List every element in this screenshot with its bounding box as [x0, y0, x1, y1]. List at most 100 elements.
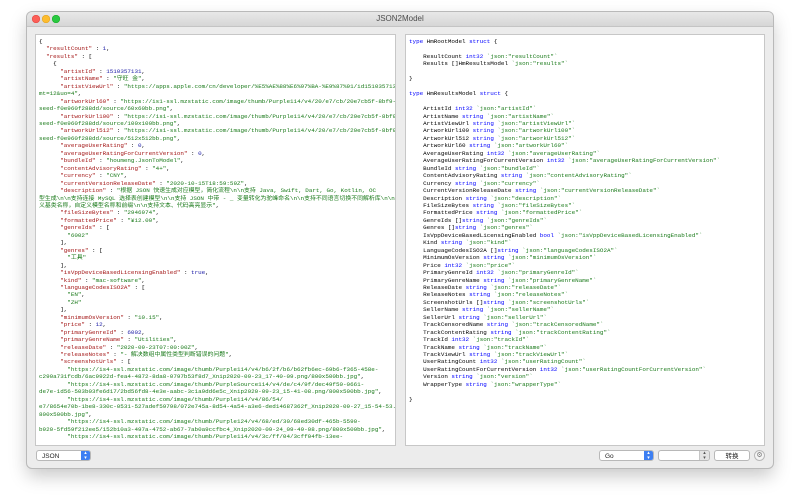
json-code-token: : [113, 127, 124, 135]
go-code-token: string [465, 194, 487, 202]
json-code-token: 义基类名称，自定义模型名称和前缀\n\n支持文本、代码高亮显示" [39, 201, 216, 209]
json-code-token: 800x500bb.jpg" [39, 410, 89, 418]
go-code-line: UserRatingCount int32 `json:"userRatingC… [409, 358, 764, 365]
go-code-token: string [465, 283, 487, 291]
json-code-token [39, 165, 60, 172]
json-code-token: , [141, 142, 146, 150]
json-code-token: "https://is1-ssl.mzstatic.com/image/thum… [123, 112, 396, 120]
json-code-token: : [113, 112, 124, 120]
json-code-token: "- 解决数组中属性类型判断错误的问题" [120, 351, 229, 359]
go-code-token: string [462, 216, 484, 224]
json-code-line: ], [39, 262, 395, 269]
go-code-token: `json:"artistViewUrl"` [497, 119, 576, 127]
json-code-line: "bundleId" : "houmeng.JsonToModel", [39, 157, 395, 164]
input-format-select[interactable]: JSON ▴ ▾ [36, 450, 91, 461]
json-code-token: "2020-10-15T18:59:59Z" [166, 179, 245, 187]
go-code-line: TrackContentRating string `json:"trackCo… [409, 329, 764, 336]
json-code-line: ], [39, 239, 395, 246]
json-code-token: , [141, 75, 146, 83]
go-model-code[interactable]: type HmRootModel struct { ResultCount in… [406, 35, 764, 403]
json-code-token: : [ [88, 246, 103, 254]
json-code-token: "工具" [67, 254, 87, 262]
go-code-token: string [462, 112, 484, 120]
go-code-line: ArtistId int32 `json:"artistId"` [409, 105, 764, 112]
go-code-token: `json:"fileSizeBytes"` [497, 201, 576, 209]
json-code-token: "currency" [60, 172, 96, 180]
json-code-token [39, 75, 60, 82]
json-code-line: 义基类名称，自定义模型名称和前缀\n\n支持文本、代码高亮显示", [39, 202, 395, 209]
json-code-token: , [201, 149, 206, 157]
json-code-token: "2020-09-23T07:00:00Z" [116, 343, 195, 351]
json-code-token: "mac-software" [92, 276, 142, 284]
json-code-line: "artworkUrl60" : "https://is1-ssl.mzstat… [39, 98, 395, 105]
convert-button[interactable]: 转换 [714, 450, 750, 461]
model-output-editor[interactable]: type HmRootModel struct { ResultCount in… [405, 34, 765, 446]
json-code-token: "¥12.00" [127, 216, 156, 224]
json-code-token: 型生成\n\n支持连接 MySQL 选择表创建模型\n\n支持 JSON 中带 … [39, 194, 396, 202]
json-code-token: , [205, 269, 209, 277]
go-code-line: IsVppDeviceBasedLicensingEnabled bool `j… [409, 232, 764, 239]
go-code-token: Description [409, 194, 466, 202]
json-code-line: "minimumOsVersion" : "10.15", [39, 314, 395, 321]
json-code-token: , [106, 45, 110, 53]
go-code-token: `json:"version"` [476, 373, 533, 381]
go-code-line [409, 388, 764, 395]
go-code-line: TrackId int32 `json:"trackId"` [409, 336, 764, 343]
go-code-token: LanguageCodesISO2A [] [409, 246, 498, 254]
go-code-token: SellerUrl [409, 313, 459, 321]
go-code-token: `json:"userRatingCountForCurrentVersion"… [561, 365, 706, 373]
go-code-line: ArtworkUrl100 string `json:"artworkUrl10… [409, 127, 764, 134]
json-code-token: "screenshotUrls" [60, 358, 117, 366]
json-code-token [39, 358, 60, 365]
json-code-token: "releaseDate" [60, 343, 107, 351]
json-code-token [39, 157, 60, 164]
json-code-token: : [109, 97, 121, 105]
gear-icon[interactable]: ⚙ [754, 450, 765, 461]
json-code-token: : [92, 45, 103, 53]
go-code-token: { [490, 38, 498, 45]
json-code[interactable]: { "resultCount" : 1, "results" : [ { "ar… [36, 35, 395, 440]
json-code-token [39, 68, 60, 75]
go-code-token: UserRatingCountForCurrentVersion [409, 365, 540, 373]
json-code-token: { [39, 38, 43, 45]
json-code-token: , [180, 157, 184, 165]
json-code-token: "languageCodesISO2A" [60, 283, 131, 291]
json-code-token: , [378, 388, 382, 396]
parser-option-select[interactable]: ▴ ▾ [658, 450, 710, 461]
go-code-token: `json:"releaseNotes"` [493, 291, 569, 299]
json-code-token: b920-5fd59f212ee5/152b10a3-497a-4752-ab6… [39, 425, 382, 433]
json-code-token: "https://is4-ssl.mzstatic.com/image/thum… [67, 395, 283, 403]
json-code-line: "https://is4-ssl.mzstatic.com/image/thum… [39, 418, 395, 425]
json-code-line: { [39, 60, 395, 67]
go-code-token: PrimaryGenreId [409, 269, 477, 277]
json-code-token: : [180, 269, 192, 277]
go-code-token: `json:"genres"` [479, 224, 533, 232]
json-code-token: "genres" [60, 246, 89, 254]
json-code-token: , [77, 90, 82, 98]
go-code-token: string [454, 179, 477, 187]
go-code-token: string [469, 351, 491, 359]
go-code-token: HmResultsModel [423, 90, 480, 98]
json-code-token: , [173, 336, 177, 344]
json-code-line: "averageUserRating" : 0, [39, 142, 395, 149]
json-code-line: 型生成\n\n支持连接 MySQL 选择表创建模型\n\n支持 JSON 中带 … [39, 195, 395, 202]
json-code-token: "https://is4-ssl.mzstatic.com/image/thum… [67, 365, 379, 373]
go-code-line: FileSizeBytes string `json:"fileSizeByte… [409, 202, 764, 209]
go-code-token: int32 [476, 269, 494, 277]
go-code-line: Description string `json:"description"` [409, 195, 764, 202]
json-input-editor[interactable]: { "resultCount" : 1, "results" : [ { "ar… [35, 34, 396, 446]
json-code-line: "artworkUrl512" : "https://is1-ssl.mzsta… [39, 127, 395, 134]
go-code-token: string [476, 209, 498, 217]
json-code-token: : [95, 172, 107, 180]
json-code-token: "https://apps.apple.com/cn/developer/%E5… [123, 82, 396, 90]
json-code-line: c290a731fcdb/6ac9922d-fea4-4872-8da8-079… [39, 373, 395, 380]
go-code-token: struct [469, 38, 491, 45]
go-code-token: `json:"artworkUrl100"` [497, 127, 576, 135]
go-code-token: TrackContentRating [409, 328, 491, 336]
json-code-line: "artworkUrl100" : "https://is1-ssl.mzsta… [39, 113, 395, 120]
json-code-token: "averageUserRatingForCurrentVersion" [60, 149, 188, 157]
output-language-select[interactable]: Go ▴ ▾ [599, 450, 654, 461]
json-code-token [39, 187, 60, 194]
go-code-token: `json:"formattedPrice"` [500, 209, 583, 217]
json-code-token: , [166, 164, 170, 172]
